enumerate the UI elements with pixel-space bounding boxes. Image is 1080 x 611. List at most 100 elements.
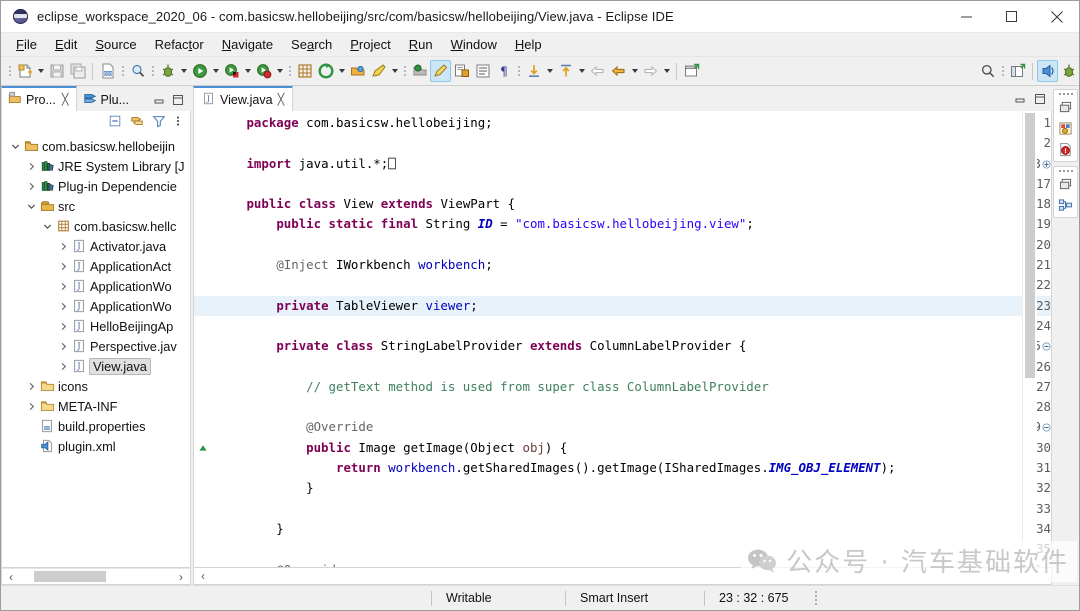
code-line[interactable]: public class View extends ViewPart { bbox=[239, 194, 1022, 214]
code-line[interactable] bbox=[239, 235, 1022, 255]
code-line[interactable]: private class StringLabelProvider extend… bbox=[239, 336, 1022, 356]
back-dropdown-caret[interactable] bbox=[629, 60, 640, 82]
tree-item[interactable]: 010 build.properties bbox=[2, 416, 190, 436]
minimize-view-icon[interactable] bbox=[153, 94, 165, 109]
code-line[interactable] bbox=[239, 174, 1022, 194]
code-line[interactable] bbox=[239, 316, 1022, 336]
chevron-right-icon[interactable] bbox=[56, 262, 70, 271]
filter-icon[interactable] bbox=[152, 114, 166, 131]
link-with-editor-icon[interactable] bbox=[130, 114, 144, 131]
code-line[interactable] bbox=[239, 357, 1022, 377]
chevron-down-icon[interactable] bbox=[40, 222, 54, 231]
code-line[interactable]: @Override bbox=[239, 560, 1022, 567]
chevron-right-icon[interactable] bbox=[56, 322, 70, 331]
coverage-icon[interactable] bbox=[253, 60, 274, 82]
show-whitespace-icon[interactable] bbox=[472, 60, 493, 82]
forward-icon[interactable] bbox=[640, 60, 661, 82]
tree-item[interactable]: J Perspective.jav bbox=[2, 336, 190, 356]
menu-navigate[interactable]: Navigate bbox=[213, 35, 282, 54]
outline-view-icon[interactable] bbox=[1056, 120, 1075, 137]
fold-expand-icon[interactable] bbox=[1042, 155, 1051, 169]
tree-item[interactable]: J ApplicationWo bbox=[2, 276, 190, 296]
quick-access-search-icon[interactable] bbox=[977, 60, 998, 82]
code-line[interactable]: // getText method is used from super cla… bbox=[239, 377, 1022, 397]
tree-item[interactable]: src bbox=[2, 196, 190, 216]
open-task-dropdown-caret[interactable] bbox=[389, 60, 400, 82]
menu-search[interactable]: Search bbox=[282, 35, 341, 54]
maximize-view-icon[interactable] bbox=[172, 94, 184, 109]
new-package-dropdown-caret[interactable] bbox=[336, 60, 347, 82]
debug-perspective-icon[interactable] bbox=[1058, 60, 1079, 82]
menu-window[interactable]: Window bbox=[442, 35, 506, 54]
chevron-down-icon[interactable] bbox=[24, 202, 38, 211]
link-editor-icon[interactable] bbox=[451, 60, 472, 82]
toolbar-group-handle-5[interactable] bbox=[516, 63, 521, 80]
perspective-drag-handle[interactable] bbox=[1000, 63, 1005, 80]
chevron-right-icon[interactable] bbox=[56, 302, 70, 311]
code-line[interactable]: return workbench.getSharedImages().getIm… bbox=[239, 458, 1022, 478]
coverage-dropdown-caret[interactable] bbox=[274, 60, 285, 82]
new-window-icon[interactable] bbox=[681, 60, 702, 82]
menu-help[interactable]: Help bbox=[506, 35, 551, 54]
forward-dropdown-caret[interactable] bbox=[661, 60, 672, 82]
tree-item[interactable]: plugin.xml bbox=[2, 436, 190, 456]
scrollbar-thumb[interactable] bbox=[1025, 113, 1035, 378]
editor-vertical-scrollbar[interactable] bbox=[1022, 111, 1037, 567]
tree-item[interactable]: J ApplicationWo bbox=[2, 296, 190, 316]
chevron-right-icon[interactable] bbox=[24, 382, 38, 391]
editor-horizontal-scrollbar[interactable]: ‹ bbox=[193, 568, 1052, 585]
menu-edit[interactable]: Edit bbox=[46, 35, 86, 54]
code-line[interactable]: private TableViewer viewer; bbox=[239, 295, 1022, 316]
menu-source[interactable]: Source bbox=[86, 35, 145, 54]
new-package-icon[interactable] bbox=[315, 60, 336, 82]
chevron-right-icon[interactable] bbox=[56, 342, 70, 351]
menu-project[interactable]: Project bbox=[341, 35, 399, 54]
new-dropdown-caret[interactable] bbox=[35, 60, 46, 82]
scroll-left-arrow[interactable]: ‹ bbox=[196, 570, 210, 582]
scroll-right-arrow[interactable]: › bbox=[174, 571, 188, 583]
chevron-right-icon[interactable] bbox=[24, 402, 38, 411]
minimize-editor-icon[interactable] bbox=[1014, 93, 1026, 108]
tree-item[interactable]: icons bbox=[2, 376, 190, 396]
code-line[interactable]: import java.util.*;⎕ bbox=[239, 154, 1022, 174]
view-menu-icon[interactable] bbox=[174, 114, 182, 131]
editor-text-area[interactable]: package com.basicsw.hellobeijing; import… bbox=[239, 111, 1022, 567]
fold-collapse-icon[interactable] bbox=[1042, 337, 1051, 351]
chevron-right-icon[interactable] bbox=[56, 362, 70, 371]
toolbar-group-handle-2[interactable] bbox=[150, 63, 155, 80]
debug-dropdown-caret[interactable] bbox=[178, 60, 189, 82]
minimize-button[interactable] bbox=[944, 1, 989, 32]
restore-stack-icon[interactable] bbox=[1056, 99, 1075, 116]
code-line[interactable] bbox=[239, 275, 1022, 295]
open-task-icon[interactable] bbox=[368, 60, 389, 82]
build-properties-icon[interactable]: 010 bbox=[97, 60, 118, 82]
save-all-icon[interactable] bbox=[67, 60, 88, 82]
run-dropdown-caret[interactable] bbox=[210, 60, 221, 82]
next-dropdown-caret[interactable] bbox=[544, 60, 555, 82]
scroll-left-arrow[interactable]: ‹ bbox=[4, 571, 18, 583]
tree-item[interactable]: J ApplicationAct bbox=[2, 256, 190, 276]
code-line[interactable]: public Image getImage(Object obj) { bbox=[239, 438, 1022, 458]
new-wizard-icon[interactable] bbox=[14, 60, 35, 82]
run-icon[interactable] bbox=[189, 60, 210, 82]
collapse-all-icon[interactable] bbox=[108, 114, 122, 131]
stack-drag-handle[interactable] bbox=[1058, 170, 1073, 172]
open-perspective-icon[interactable] bbox=[1007, 60, 1028, 82]
back-history-icon[interactable] bbox=[608, 60, 629, 82]
toolbar-group-handle-4[interactable] bbox=[402, 63, 407, 80]
task-list-view-icon[interactable] bbox=[1056, 197, 1075, 214]
toggle-mark-occurrences-icon[interactable] bbox=[430, 60, 451, 82]
maximize-editor-icon[interactable] bbox=[1034, 93, 1046, 108]
code-line[interactable]: public static final String ID = "com.bas… bbox=[239, 214, 1022, 234]
code-line[interactable] bbox=[239, 499, 1022, 519]
menu-refactor[interactable]: Refactor bbox=[146, 35, 213, 54]
close-button[interactable] bbox=[1034, 1, 1079, 32]
code-line[interactable]: @Override bbox=[239, 417, 1022, 437]
run-external-tools-icon[interactable] bbox=[221, 60, 242, 82]
maximize-button[interactable] bbox=[989, 1, 1034, 32]
restore-stack-icon[interactable] bbox=[1056, 176, 1075, 193]
problems-view-icon[interactable]: ! bbox=[1056, 141, 1075, 158]
open-type-icon[interactable] bbox=[347, 60, 368, 82]
view-tab-plugins[interactable]: Plu... bbox=[77, 88, 137, 111]
java-source-editor[interactable]: 1231718192021222324252627282930313233343… bbox=[193, 111, 1052, 568]
